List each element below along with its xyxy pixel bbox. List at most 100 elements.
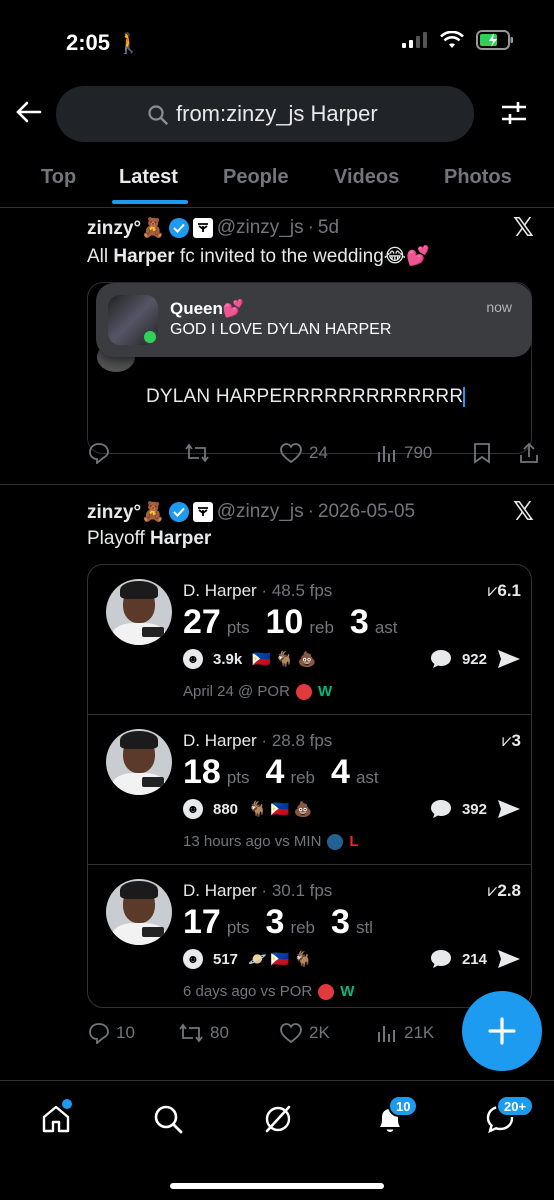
game-row[interactable]: D. Harper · 48.5 fps ⩗6.1 27 pts 10 reb 3a… — [88, 565, 531, 715]
search-query: from:zinzy_js Harper — [176, 101, 378, 126]
nav-home[interactable] — [40, 1099, 72, 1140]
send-icon[interactable] — [497, 949, 521, 969]
tab-top[interactable]: Top — [41, 166, 76, 189]
team-logo-icon — [318, 983, 335, 1000]
bookmark-button[interactable] — [472, 442, 492, 464]
affiliate-badge-icon — [192, 502, 213, 522]
comment-icon — [430, 650, 451, 668]
repost-icon — [179, 1023, 203, 1043]
heart-icon — [280, 1023, 302, 1044]
player-line: D. Harper · 30.1 fps — [183, 881, 333, 900]
smile-icon: ☻ — [183, 799, 203, 819]
notification-banner[interactable]: Queen💕 GOD I LOVE DYLAN HARPER now — [96, 283, 532, 357]
share-button[interactable] — [518, 442, 540, 464]
search-tabs: Top Latest People Videos Photos — [0, 160, 554, 208]
like-count: 2K — [309, 1023, 330, 1042]
stat-line: 17 pts 3 reb 3 stl — [183, 903, 373, 941]
nav-search[interactable] — [152, 1103, 184, 1140]
repost-button[interactable]: 80 — [178, 1022, 229, 1044]
comments[interactable]: 392 — [430, 799, 521, 819]
verified-badge-icon — [168, 502, 189, 522]
tweet-date: 2026-05-05 — [317, 501, 416, 522]
author-name[interactable]: zinzy°🧸 — [87, 216, 165, 240]
player-line: D. Harper · 28.8 fps — [183, 731, 333, 750]
comments[interactable]: 214 — [430, 949, 521, 969]
signal-icon — [402, 32, 427, 48]
comment-icon — [430, 950, 451, 968]
bookmark-icon — [474, 443, 490, 464]
notification-title: Queen💕 — [170, 299, 245, 318]
reply-button[interactable] — [88, 442, 110, 464]
comments[interactable]: 922 — [430, 649, 521, 669]
player-avatar — [106, 729, 172, 795]
reply-count: 10 — [116, 1023, 135, 1042]
game-row[interactable]: D. Harper · 28.8 fps ⩗3 18 pts 4 reb 4 ast … — [88, 715, 531, 865]
send-icon[interactable] — [497, 649, 521, 669]
player-line: D. Harper · 48.5 fps — [183, 581, 333, 600]
smile-icon: ☻ — [183, 649, 203, 669]
view-count: 21K — [404, 1023, 435, 1042]
search-icon — [148, 105, 168, 125]
game-row[interactable]: D. Harper · 30.1 fps ⩗2.8 17 pts 3 reb 3st… — [88, 865, 531, 1007]
author-handle[interactable]: @zinzy_js — [217, 217, 304, 239]
repost-icon — [185, 443, 209, 463]
reply-icon — [89, 443, 109, 464]
player-avatar — [106, 579, 172, 645]
tab-photos[interactable]: Photos — [444, 166, 512, 189]
share-icon — [520, 442, 538, 463]
battery-icon — [476, 30, 513, 50]
notification-badge: 10 — [388, 1095, 419, 1117]
team-logo-icon — [295, 683, 312, 700]
messages-badge: 20+ — [496, 1095, 535, 1117]
stats-card[interactable]: D. Harper · 48.5 fps ⩗6.1 27 pts 10 reb 3a… — [87, 564, 532, 1008]
filter-sliders-icon[interactable] — [500, 100, 528, 126]
rating: ⩗6.1 — [487, 581, 521, 600]
reactions[interactable]: ☻ 517 🪐 🇵🇭 🐐 — [183, 949, 312, 969]
online-dot — [142, 329, 158, 345]
author-name[interactable]: zinzy°🧸 — [87, 500, 165, 524]
compose-button[interactable] — [462, 991, 542, 1071]
player-avatar — [106, 879, 172, 945]
tab-people[interactable]: People — [223, 166, 289, 189]
plus-icon — [488, 1017, 516, 1045]
game-info: April 24 @ POR W — [183, 683, 333, 700]
verified-badge-icon — [168, 218, 189, 238]
reply-icon — [89, 1023, 109, 1044]
home-indicator — [170, 1183, 384, 1189]
smile-icon: ☻ — [183, 949, 203, 969]
home-unread-dot — [62, 1099, 72, 1109]
tab-videos[interactable]: Videos — [334, 166, 399, 189]
views-icon — [378, 446, 395, 462]
team-logo-icon — [327, 833, 344, 850]
reactions[interactable]: ☻ 880 🐐 🇵🇭 💩 — [183, 799, 312, 819]
reactions[interactable]: ☻ 3.9k 🇵🇭 🐐 💩 — [183, 649, 317, 669]
tweet-actions: 24 790 — [0, 440, 554, 466]
views-icon — [378, 1026, 395, 1042]
status-icons — [402, 30, 514, 50]
x-logo-icon: 𝕏 — [513, 212, 534, 242]
nav-grok[interactable] — [262, 1103, 294, 1140]
grok-icon — [265, 1105, 291, 1133]
nav-notifications[interactable]: 10 — [374, 1095, 419, 1140]
tab-latest[interactable]: Latest — [119, 166, 178, 189]
send-icon[interactable] — [497, 799, 521, 819]
rating: ⩗2.8 — [487, 881, 521, 900]
repost-button[interactable] — [184, 442, 210, 464]
views-button[interactable]: 21K — [376, 1022, 434, 1044]
nav-messages[interactable]: 20+ — [484, 1095, 535, 1140]
rating: ⩗3 — [501, 731, 521, 750]
notification-body: GOD I LOVE DYLAN HARPER — [170, 321, 392, 338]
like-button[interactable]: 24 — [279, 442, 328, 464]
tweet-divider — [0, 484, 554, 485]
tweet-text: All Harper fc invited to the wedding😂💕 — [87, 246, 430, 267]
heart-icon — [280, 443, 302, 464]
game-info: 6 days ago vs POR W — [183, 983, 355, 1000]
author-handle[interactable]: @zinzy_js — [217, 501, 304, 523]
search-input[interactable]: from:zinzy_js Harper — [56, 86, 474, 142]
reply-button[interactable]: 10 — [88, 1022, 135, 1044]
back-arrow-icon[interactable] — [16, 100, 42, 124]
comment-icon — [430, 800, 451, 818]
like-button[interactable]: 2K — [279, 1022, 330, 1044]
like-count: 24 — [309, 443, 328, 462]
views-button[interactable]: 790 — [376, 442, 432, 464]
